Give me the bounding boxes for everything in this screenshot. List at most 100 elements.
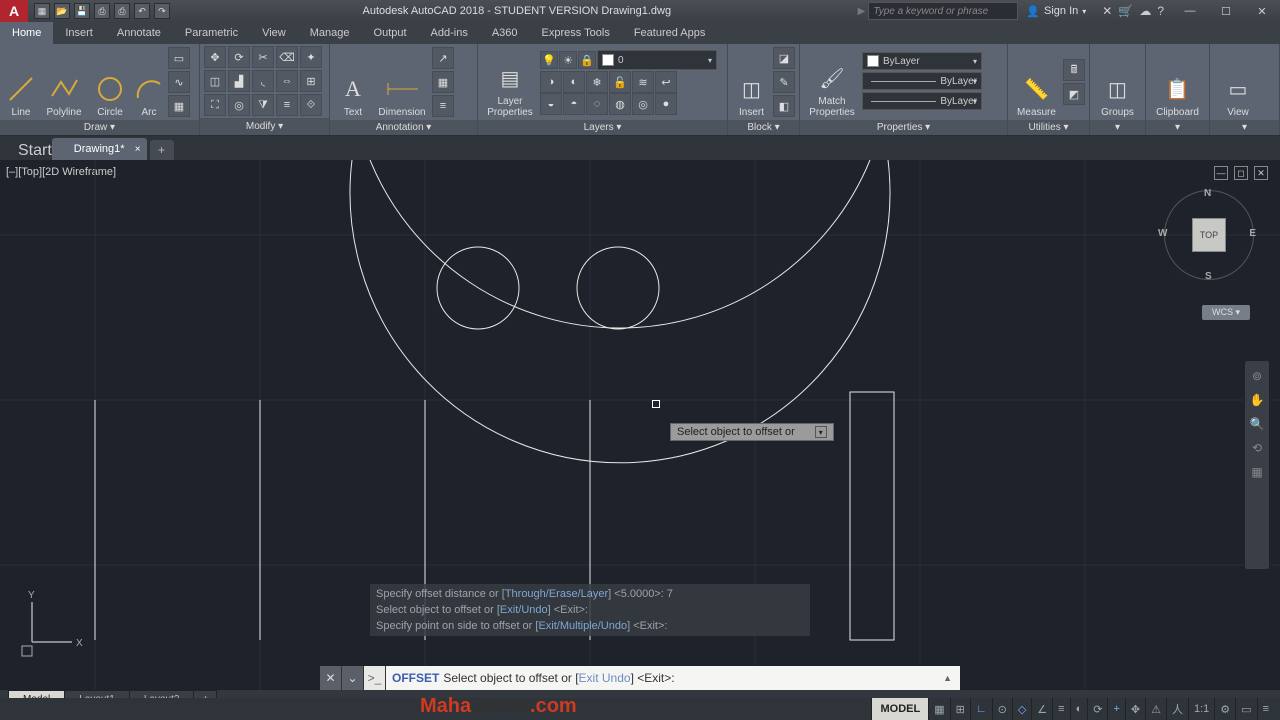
qat-saveas-icon[interactable]: ⎙ bbox=[94, 3, 110, 19]
rotate-icon[interactable]: ⟳ bbox=[228, 46, 250, 68]
zoom-icon[interactable]: 🔍 bbox=[1248, 415, 1266, 433]
snap-toggle-icon[interactable]: ⊞ bbox=[950, 698, 970, 720]
help-icon[interactable]: ? bbox=[1157, 4, 1164, 18]
lwt-toggle-icon[interactable]: ≡ bbox=[1052, 698, 1069, 720]
calc-icon[interactable]: 🖩 bbox=[1063, 59, 1085, 81]
chamfer-icon[interactable]: ⧩ bbox=[252, 94, 274, 116]
transparency-icon[interactable]: ◐ bbox=[1070, 698, 1088, 720]
panel-utilities-title[interactable]: Utilities ▾ bbox=[1008, 120, 1089, 135]
layer-f-icon[interactable]: ● bbox=[655, 93, 677, 115]
layer-e-icon[interactable]: ◎ bbox=[632, 93, 654, 115]
layer-combo[interactable]: 0▾ bbox=[597, 50, 717, 70]
color-combo[interactable]: ByLayer bbox=[862, 52, 982, 70]
minimize-button[interactable]: — bbox=[1172, 0, 1208, 22]
arc-button[interactable]: Arc bbox=[132, 46, 166, 118]
layer-match-icon[interactable]: ≋ bbox=[632, 71, 654, 93]
cart-icon[interactable]: 🛒 bbox=[1118, 4, 1133, 18]
dyn-input-icon[interactable]: + bbox=[1107, 698, 1124, 720]
array-icon[interactable]: ⊞ bbox=[300, 70, 322, 92]
drawing-canvas[interactable]: [–][Top][2D Wireframe] — ◻ ✕ Select obje… bbox=[0, 160, 1280, 690]
panel-draw-title[interactable]: Draw ▾ bbox=[0, 120, 199, 135]
qat-new-icon[interactable]: ▦ bbox=[34, 3, 50, 19]
tab-start[interactable]: Start bbox=[18, 142, 52, 160]
panel-layers-title[interactable]: Layers ▾ bbox=[478, 120, 727, 135]
sun-icon[interactable]: ☀ bbox=[559, 51, 577, 69]
stretch-icon[interactable]: ⇔ bbox=[276, 70, 298, 92]
tab-a360[interactable]: A360 bbox=[480, 22, 530, 44]
tab-parametric[interactable]: Parametric bbox=[173, 22, 250, 44]
spline-icon[interactable]: ∿ bbox=[168, 71, 190, 93]
explode-icon[interactable]: ✦ bbox=[300, 46, 322, 68]
copy-icon[interactable]: ◫ bbox=[204, 70, 226, 92]
insert-button[interactable]: ◫Insert bbox=[732, 46, 771, 118]
close-button[interactable]: ✕ bbox=[1244, 0, 1280, 22]
erase-icon[interactable]: ⌫ bbox=[276, 46, 298, 68]
annomonitor-icon[interactable]: ⚠ bbox=[1145, 698, 1166, 720]
mtext-icon[interactable]: ≡ bbox=[432, 95, 454, 117]
sign-in-button[interactable]: 👤 Sign In ▾ bbox=[1018, 5, 1094, 18]
polar-toggle-icon[interactable]: ⊙ bbox=[992, 698, 1012, 720]
qat-redo-icon[interactable]: ↷ bbox=[154, 3, 170, 19]
tab-home[interactable]: Home bbox=[0, 22, 53, 44]
text-button[interactable]: AText bbox=[334, 46, 372, 118]
tab-addins[interactable]: Add-ins bbox=[419, 22, 480, 44]
otrack-toggle-icon[interactable]: ∠ bbox=[1031, 698, 1052, 720]
exchange-icon[interactable]: ✕ bbox=[1102, 4, 1112, 18]
cmdline-close-icon[interactable]: ✕ bbox=[320, 666, 342, 690]
panel-block-title[interactable]: Block ▾ bbox=[728, 120, 799, 135]
line-button[interactable]: Line bbox=[4, 46, 38, 118]
viewcube-top[interactable]: TOP bbox=[1192, 218, 1226, 252]
cmdline-history-icon[interactable]: ▲ bbox=[935, 673, 960, 683]
annoscale-icon[interactable]: 人 bbox=[1166, 698, 1188, 720]
a360-icon[interactable]: ☁ bbox=[1139, 4, 1151, 18]
layer-freeze-icon[interactable]: ❄ bbox=[586, 71, 608, 93]
create-block-icon[interactable]: ◪ bbox=[773, 47, 795, 69]
customize-icon[interactable]: ≡ bbox=[1257, 698, 1274, 720]
dyn-dropdown-icon[interactable]: ▾ bbox=[815, 426, 827, 438]
app-logo[interactable]: A bbox=[0, 0, 28, 22]
lineweight-combo[interactable]: ByLayer bbox=[862, 72, 982, 90]
bulb-icon[interactable]: 💡 bbox=[540, 51, 558, 69]
workspace-icon[interactable]: ✥ bbox=[1125, 698, 1145, 720]
qat-print-icon[interactable]: ⎙ bbox=[114, 3, 130, 19]
pan-icon[interactable]: ✋ bbox=[1248, 391, 1266, 409]
maximize-button[interactable]: ☐ bbox=[1208, 0, 1244, 22]
hatch-icon[interactable]: ▦ bbox=[168, 95, 190, 117]
clipboard-button[interactable]: 📋Clipboard bbox=[1150, 46, 1205, 118]
table-icon[interactable]: ▦ bbox=[432, 71, 454, 93]
close-tab-icon[interactable]: × bbox=[135, 144, 141, 155]
attr-icon[interactable]: ◧ bbox=[773, 95, 795, 117]
grid-toggle-icon[interactable]: ▦ bbox=[928, 698, 949, 720]
dynamic-input-prompt[interactable]: Select object to offset or▾ bbox=[670, 423, 834, 441]
scale-label[interactable]: 1:1 bbox=[1188, 698, 1214, 720]
new-tab-button[interactable]: + bbox=[150, 140, 174, 160]
steering-wheel-icon[interactable]: ⊚ bbox=[1248, 367, 1266, 385]
edit-block-icon[interactable]: ✎ bbox=[773, 71, 795, 93]
tab-featured[interactable]: Featured Apps bbox=[622, 22, 718, 44]
layer-iso-icon[interactable]: ◑ bbox=[540, 71, 562, 93]
lock-icon[interactable]: 🔒 bbox=[578, 51, 596, 69]
tab-manage[interactable]: Manage bbox=[298, 22, 362, 44]
command-line[interactable]: ✕ ⌄ >_ OFFSET Select object to offset or… bbox=[320, 666, 960, 690]
qat-undo-icon[interactable]: ↶ bbox=[134, 3, 150, 19]
layer-prev-icon[interactable]: ↩ bbox=[655, 71, 677, 93]
tab-insert[interactable]: Insert bbox=[53, 22, 105, 44]
cmdline-recent-icon[interactable]: ⌄ bbox=[342, 666, 364, 690]
fillet-icon[interactable]: ◟ bbox=[252, 70, 274, 92]
layer-properties-button[interactable]: ▤Layer Properties bbox=[482, 46, 538, 118]
linetype-combo[interactable]: ByLayer bbox=[862, 92, 982, 110]
offset-icon[interactable]: ◎ bbox=[228, 94, 250, 116]
align-icon[interactable]: ≡ bbox=[276, 94, 298, 116]
leader-icon[interactable]: ↗ bbox=[432, 47, 454, 69]
match-properties-button[interactable]: 🖌Match Properties bbox=[804, 46, 860, 118]
panel-modify-title[interactable]: Modify ▾ bbox=[200, 118, 329, 135]
tab-output[interactable]: Output bbox=[362, 22, 419, 44]
view-button[interactable]: ▭View bbox=[1214, 46, 1262, 118]
viewcube[interactable]: N S E W TOP bbox=[1164, 190, 1254, 280]
layer-lock2-icon[interactable]: 🔓 bbox=[609, 71, 631, 93]
groups-button[interactable]: ◫Groups bbox=[1094, 46, 1141, 118]
circle-button[interactable]: Circle bbox=[90, 46, 130, 118]
layer-b-icon[interactable]: ◓ bbox=[563, 93, 585, 115]
tab-drawing1[interactable]: Drawing1*× bbox=[52, 138, 147, 160]
mirror-icon[interactable]: ▟ bbox=[228, 70, 250, 92]
